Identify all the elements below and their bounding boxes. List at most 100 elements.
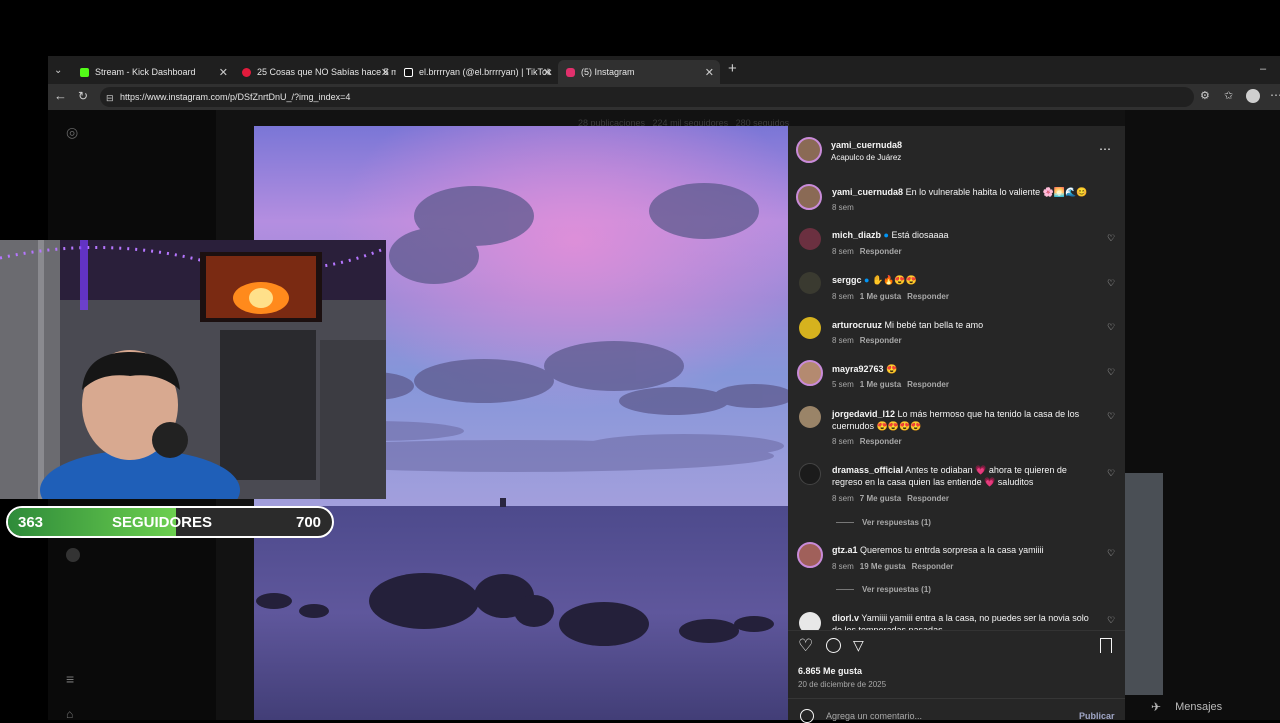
tab-title: 25 Cosas que NO Sabías hace 5 m bbox=[257, 67, 396, 77]
reload-icon[interactable]: ↻ bbox=[78, 90, 88, 102]
follower-label: SEGUIDORES bbox=[112, 514, 213, 531]
messages-label: Mensajes bbox=[1175, 701, 1223, 713]
like-comment-icon[interactable]: ♡ bbox=[1107, 615, 1115, 626]
comment-username[interactable]: serggc bbox=[832, 275, 862, 285]
like-comment-icon[interactable]: ♡ bbox=[1107, 322, 1115, 333]
reply-link[interactable]: Responder bbox=[860, 247, 902, 256]
tab-youtube-video[interactable]: 25 Cosas que NO Sabías hace 5 m ✕ bbox=[234, 60, 396, 84]
like-comment-icon[interactable]: ♡ bbox=[1107, 411, 1115, 422]
url-text: https://www.instagram.com/p/DSfZnrtDnU_/… bbox=[120, 92, 351, 102]
commenter-avatar[interactable] bbox=[799, 228, 821, 250]
profile-avatar-icon[interactable] bbox=[1246, 89, 1260, 103]
tab-tiktok[interactable]: el.brrrryan (@el.brrrryan) | TikTok ✕ bbox=[396, 60, 558, 84]
extensions-icon[interactable]: ⚙ bbox=[1200, 90, 1210, 102]
new-tab-icon[interactable]: + bbox=[728, 61, 737, 76]
comment-username[interactable]: gtz.a1 bbox=[832, 545, 858, 555]
more-icon[interactable]: ⌂ bbox=[66, 708, 73, 720]
like-comment-icon[interactable]: ♡ bbox=[1107, 548, 1115, 559]
menu-icon[interactable]: ≡ bbox=[66, 672, 74, 686]
comment-likes[interactable]: 1 Me gusta bbox=[860, 380, 901, 389]
reply-link[interactable]: Responder bbox=[907, 494, 949, 503]
comment-likes[interactable]: 19 Me gusta bbox=[860, 562, 906, 571]
tab-list-chevron-icon[interactable]: ⌄ bbox=[54, 65, 62, 77]
comment-time: 8 sem bbox=[832, 437, 854, 446]
post-options-icon[interactable]: ⋯ bbox=[1099, 142, 1111, 156]
comment-icon[interactable] bbox=[826, 638, 841, 653]
author-username[interactable]: yami_cuernuda8 bbox=[831, 140, 902, 150]
view-replies-link[interactable]: Ver respuestas (1) bbox=[836, 585, 931, 594]
close-tab-icon[interactable]: ✕ bbox=[543, 66, 552, 79]
save-bookmark-icon[interactable] bbox=[1100, 638, 1112, 653]
comment-username[interactable]: arturocruuz bbox=[832, 320, 882, 330]
caption: yami_cuernuda8 En lo vulnerable habita l… bbox=[832, 186, 1090, 198]
commenter-avatar[interactable] bbox=[797, 542, 823, 568]
verified-badge-icon: ● bbox=[883, 230, 889, 240]
address-bar[interactable]: ⊟ https://www.instagram.com/p/DSfZnrtDnU… bbox=[100, 87, 1194, 107]
tiktok-icon bbox=[404, 67, 413, 77]
comment-time: 8 sem bbox=[832, 292, 854, 301]
webcam-feed bbox=[0, 240, 386, 499]
like-icon[interactable]: ♡ bbox=[798, 636, 813, 656]
reply-link[interactable]: Responder bbox=[907, 292, 949, 301]
comment: mayra92763 😍 bbox=[832, 363, 1090, 375]
like-count[interactable]: 6.865 Me gusta bbox=[798, 666, 862, 676]
emoji-icon[interactable] bbox=[800, 709, 814, 723]
caption-username[interactable]: yami_cuernuda8 bbox=[832, 187, 903, 197]
tab-title: Stream - Kick Dashboard bbox=[95, 67, 196, 77]
comment: diorl.v Yamiiii yamiii entra a la casa, … bbox=[832, 612, 1096, 630]
like-comment-icon[interactable]: ♡ bbox=[1107, 367, 1115, 378]
close-tab-icon[interactable]: ✕ bbox=[219, 66, 228, 79]
reply-link[interactable]: Responder bbox=[912, 562, 954, 571]
comment-time: 8 sem bbox=[832, 562, 854, 571]
post-location[interactable]: Acapulco de Juárez bbox=[831, 153, 901, 162]
comment-username[interactable]: diorl.v bbox=[832, 613, 859, 623]
commenter-avatar[interactable] bbox=[797, 360, 823, 386]
follower-current: 363 bbox=[18, 514, 44, 531]
close-tab-icon[interactable]: ✕ bbox=[705, 66, 714, 79]
tab-title: el.brrrryan (@el.brrrryan) | TikTok bbox=[419, 67, 552, 77]
reply-link[interactable]: Responder bbox=[860, 437, 902, 446]
back-icon[interactable]: ← bbox=[54, 89, 67, 102]
commenter-avatar[interactable] bbox=[799, 612, 821, 630]
commenter-avatar[interactable] bbox=[799, 317, 821, 339]
instagram-logo-icon[interactable]: ◎ bbox=[66, 125, 78, 139]
favorites-icon[interactable]: ✩ bbox=[1224, 90, 1233, 102]
comment-username[interactable]: jorgedavid_l12 bbox=[832, 409, 895, 419]
comment: serggc ● ✋🔥😍😍 bbox=[832, 274, 1090, 286]
tab-instagram[interactable]: (5) Instagram ✕ bbox=[558, 60, 720, 84]
comment-time: 5 sem bbox=[832, 380, 854, 389]
tab-title: (5) Instagram bbox=[581, 67, 635, 77]
comment-likes[interactable]: 1 Me gusta bbox=[860, 292, 901, 301]
more-menu-icon[interactable]: ⋯ bbox=[1270, 89, 1280, 101]
close-tab-icon[interactable]: ✕ bbox=[381, 66, 390, 79]
like-comment-icon[interactable]: ♡ bbox=[1107, 278, 1115, 289]
minimize-icon[interactable]: – bbox=[1260, 63, 1266, 75]
reply-link[interactable]: Responder bbox=[907, 380, 949, 389]
commenter-avatar[interactable] bbox=[799, 463, 821, 485]
tab-kick-dashboard[interactable]: Stream - Kick Dashboard ✕ bbox=[72, 60, 234, 84]
caption-avatar[interactable] bbox=[796, 184, 822, 210]
like-comment-icon[interactable]: ♡ bbox=[1107, 468, 1115, 479]
commenter-avatar[interactable] bbox=[799, 406, 821, 428]
comment-time: 8 sem bbox=[832, 336, 854, 345]
caption-time: 8 sem bbox=[832, 203, 854, 212]
profile-icon[interactable] bbox=[66, 548, 80, 562]
reply-link[interactable]: Responder bbox=[860, 336, 902, 345]
commenter-avatar[interactable] bbox=[799, 272, 821, 294]
messages-button[interactable]: ✈ Mensajes bbox=[1151, 692, 1277, 722]
comment: arturocruuz Mi bebé tan bella te amo bbox=[832, 319, 1090, 331]
author-avatar[interactable] bbox=[796, 137, 822, 163]
comment-clip: diorl.v Yamiiii yamiii entra a la casa, … bbox=[788, 606, 1125, 630]
comment-username[interactable]: mich_diazb bbox=[832, 230, 881, 240]
view-replies-link[interactable]: Ver respuestas (1) bbox=[836, 518, 931, 527]
share-icon[interactable]: ▽ bbox=[853, 637, 864, 654]
comment: mich_diazb ● Está diosaaaa bbox=[832, 229, 1090, 241]
comment-username[interactable]: mayra92763 bbox=[832, 364, 884, 374]
site-info-icon: ⊟ bbox=[106, 93, 114, 103]
comment-username[interactable]: dramass_official bbox=[832, 465, 903, 475]
caption-text: En lo vulnerable habita lo valiente 🌸🌅🌊😊 bbox=[905, 187, 1088, 197]
comment: jorgedavid_l12 Lo más hermoso que ha ten… bbox=[832, 408, 1090, 432]
comment-time: 8 sem bbox=[832, 494, 854, 503]
like-comment-icon[interactable]: ♡ bbox=[1107, 233, 1115, 244]
comment-likes[interactable]: 7 Me gusta bbox=[860, 494, 901, 503]
